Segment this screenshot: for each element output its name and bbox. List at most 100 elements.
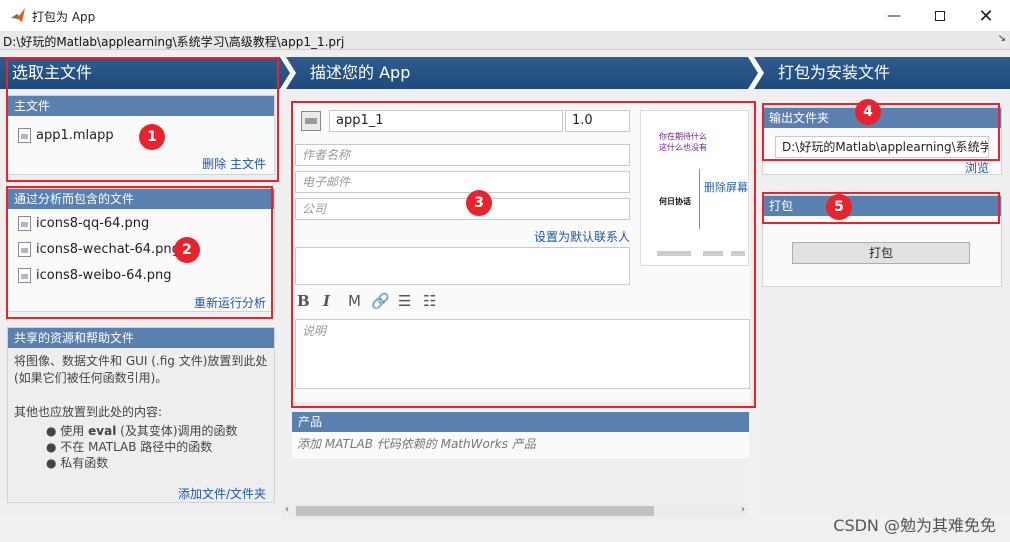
list-item[interactable]: icons8-wechat-64.png bbox=[18, 242, 180, 257]
right-column: 输出文件夹 D:\好玩的Matlab\applearning\系统学 浏览 打包… bbox=[756, 89, 1010, 516]
bullet-item: ● 私有函数 bbox=[46, 456, 109, 470]
title-bar: 打包为 App — ✕ bbox=[0, 0, 1010, 32]
file-name: icons8-weibo-64.png bbox=[36, 268, 172, 283]
step-header: 选取主文件 描述您的 App 打包为安装文件 bbox=[0, 57, 1010, 89]
preview-bar bbox=[657, 251, 691, 256]
products-header: 产品 bbox=[292, 412, 749, 432]
annotation-badge: 5 bbox=[826, 194, 852, 220]
preview-text: 你在期待什么 这什么也没有 bbox=[659, 131, 707, 153]
matlab-logo-icon bbox=[11, 8, 25, 22]
bullet-item: ● 使用 eval (及其变体)调用的函数 bbox=[46, 424, 238, 438]
bullet-text: 私有函数 bbox=[60, 456, 109, 470]
minimize-icon: — bbox=[887, 8, 901, 24]
bold-button[interactable]: B bbox=[297, 292, 310, 310]
version-field[interactable]: 1.0 bbox=[565, 110, 630, 132]
analyzed-files-panel: 通过分析而包含的文件 icons8-qq-64.png icons8-wecha… bbox=[7, 188, 275, 312]
annotation-badge: 4 bbox=[855, 99, 881, 125]
products-panel: 产品 添加 MATLAB 代码依赖的 MathWorks 产品 bbox=[292, 412, 749, 458]
left-column: 主文件 app1.mlapp 删除 主文件 通过分析而包含的文件 icons8-… bbox=[0, 89, 282, 516]
minimize-button[interactable]: — bbox=[871, 0, 917, 32]
bullet-text: 使用 bbox=[60, 424, 85, 438]
shared-description: 将图像、数据文件和 GUI (.fig 文件)放置到此处 (如果它们被任何函数引… bbox=[14, 353, 267, 421]
middle-column: app1_1 1.0 作者名称 电子邮件 公司 设置为默认联系人 你在期待什么 … bbox=[282, 89, 750, 516]
list-item[interactable]: icons8-weibo-64.png bbox=[18, 268, 171, 283]
package-panel: 打包 打包 bbox=[762, 195, 1002, 287]
image-file-icon bbox=[18, 242, 31, 257]
collapse-icon[interactable]: ↘ bbox=[998, 33, 1006, 44]
output-folder-panel: 输出文件夹 D:\好玩的Matlab\applearning\系统学 浏览 bbox=[762, 107, 1002, 175]
annotation-badge: 1 bbox=[139, 124, 165, 150]
shared-desc-line: 其他也应放置到此处的内容: bbox=[14, 405, 163, 419]
maximize-icon bbox=[935, 11, 945, 21]
bullet-bold: eval bbox=[88, 424, 117, 438]
step-chevron-icon bbox=[280, 57, 296, 89]
products-placeholder[interactable]: 添加 MATLAB 代码依赖的 MathWorks 产品 bbox=[297, 435, 536, 452]
description-field[interactable]: 说明 bbox=[295, 319, 750, 389]
monospace-button[interactable]: M bbox=[348, 292, 361, 310]
scroll-right-icon[interactable]: › bbox=[741, 504, 745, 515]
company-field[interactable]: 公司 bbox=[295, 198, 630, 220]
package-button[interactable]: 打包 bbox=[792, 242, 970, 264]
delete-screenshot-link[interactable]: 删除屏幕 bbox=[704, 179, 748, 195]
add-files-link[interactable]: 添加文件/文件夹 bbox=[178, 485, 266, 502]
main-file-item[interactable]: app1.mlapp bbox=[18, 128, 114, 143]
shared-desc-line: (如果它们被任何函数引用)。 bbox=[14, 371, 168, 385]
step-describe-app[interactable]: 描述您的 App bbox=[310, 57, 410, 89]
file-name: icons8-qq-64.png bbox=[36, 216, 150, 231]
bullet-list-icon[interactable]: ☰ bbox=[398, 292, 411, 310]
watermark: CSDN @勉为其难免免 bbox=[833, 516, 996, 535]
scroll-left-icon[interactable]: ‹ bbox=[285, 504, 289, 515]
email-field[interactable]: 电子邮件 bbox=[295, 171, 630, 193]
project-path-bar: D:\好玩的Matlab\applearning\系统学习\高级教程\app1_… bbox=[0, 32, 1010, 50]
maximize-button[interactable] bbox=[917, 0, 963, 32]
step-package-installer[interactable]: 打包为安装文件 bbox=[778, 57, 890, 89]
image-file-icon bbox=[18, 268, 31, 283]
project-path: D:\好玩的Matlab\applearning\系统学习\高级教程\app1_… bbox=[3, 35, 345, 49]
step-chevron-icon bbox=[748, 57, 764, 89]
preview-bar bbox=[703, 251, 723, 256]
author-field[interactable]: 作者名称 bbox=[295, 144, 630, 166]
horizontal-scrollbar[interactable]: ‹ › bbox=[282, 504, 748, 518]
preview-divider bbox=[699, 169, 700, 229]
bullet-item: ● 不在 MATLAB 路径中的函数 bbox=[46, 440, 213, 454]
window-title: 打包为 App bbox=[32, 10, 96, 24]
bullet-text: (及其变体)调用的函数 bbox=[120, 424, 238, 438]
file-name: icons8-wechat-64.png bbox=[36, 242, 180, 257]
set-default-contact-link[interactable]: 设置为默认联系人 bbox=[534, 228, 630, 245]
output-folder-field[interactable]: D:\好玩的Matlab\applearning\系统学 bbox=[775, 136, 989, 158]
mlapp-file-icon bbox=[18, 128, 31, 143]
browse-link[interactable]: 浏览 bbox=[965, 159, 989, 176]
preview-line: 你在期待什么 bbox=[659, 132, 707, 141]
main-file-name: app1.mlapp bbox=[36, 128, 114, 143]
summary-field[interactable] bbox=[295, 247, 630, 285]
app-screenshot-preview[interactable]: 你在期待什么 这什么也没有 何日协话 删除屏幕 bbox=[640, 110, 749, 266]
shared-desc-line: 将图像、数据文件和 GUI (.fig 文件)放置到此处 bbox=[14, 354, 268, 368]
step-select-main-file[interactable]: 选取主文件 bbox=[12, 57, 92, 89]
close-button[interactable]: ✕ bbox=[963, 0, 1009, 32]
italic-button[interactable]: I bbox=[323, 292, 330, 310]
preview-line: 这什么也没有 bbox=[659, 143, 707, 152]
shared-resources-header: 共享的资源和帮助文件 bbox=[8, 328, 274, 348]
rerun-analysis-link[interactable]: 重新运行分析 bbox=[194, 294, 266, 311]
app-name-field[interactable]: app1_1 bbox=[329, 110, 563, 132]
package-header: 打包 bbox=[763, 196, 1001, 216]
scrollbar-thumb[interactable] bbox=[296, 506, 654, 516]
list-item[interactable]: icons8-qq-64.png bbox=[18, 216, 149, 231]
app-icon-placeholder-icon bbox=[305, 118, 317, 124]
shared-resources-panel: 共享的资源和帮助文件 将图像、数据文件和 GUI (.fig 文件)放置到此处 … bbox=[7, 327, 275, 503]
output-folder-header: 输出文件夹 bbox=[763, 108, 1001, 128]
annotation-badge: 2 bbox=[174, 237, 200, 263]
shared-bullets: ● 使用 eval (及其变体)调用的函数 ● 不在 MATLAB 路径中的函数… bbox=[46, 423, 238, 471]
app-icon-selector[interactable] bbox=[301, 111, 321, 131]
preview-label: 何日协话 bbox=[659, 197, 691, 206]
close-icon: ✕ bbox=[978, 5, 994, 27]
main-file-header: 主文件 bbox=[8, 96, 274, 116]
app-details-panel: app1_1 1.0 作者名称 电子邮件 公司 设置为默认联系人 你在期待什么 … bbox=[292, 102, 750, 402]
bullet-text: 不在 MATLAB 路径中的函数 bbox=[60, 440, 213, 454]
remove-main-file-link[interactable]: 删除 主文件 bbox=[202, 155, 266, 172]
link-icon[interactable]: 🔗 bbox=[371, 292, 390, 310]
analyzed-files-header: 通过分析而包含的文件 bbox=[8, 189, 274, 209]
preview-bar bbox=[731, 251, 745, 256]
numbered-list-icon[interactable]: ☷ bbox=[423, 292, 436, 310]
image-file-icon bbox=[18, 216, 31, 231]
